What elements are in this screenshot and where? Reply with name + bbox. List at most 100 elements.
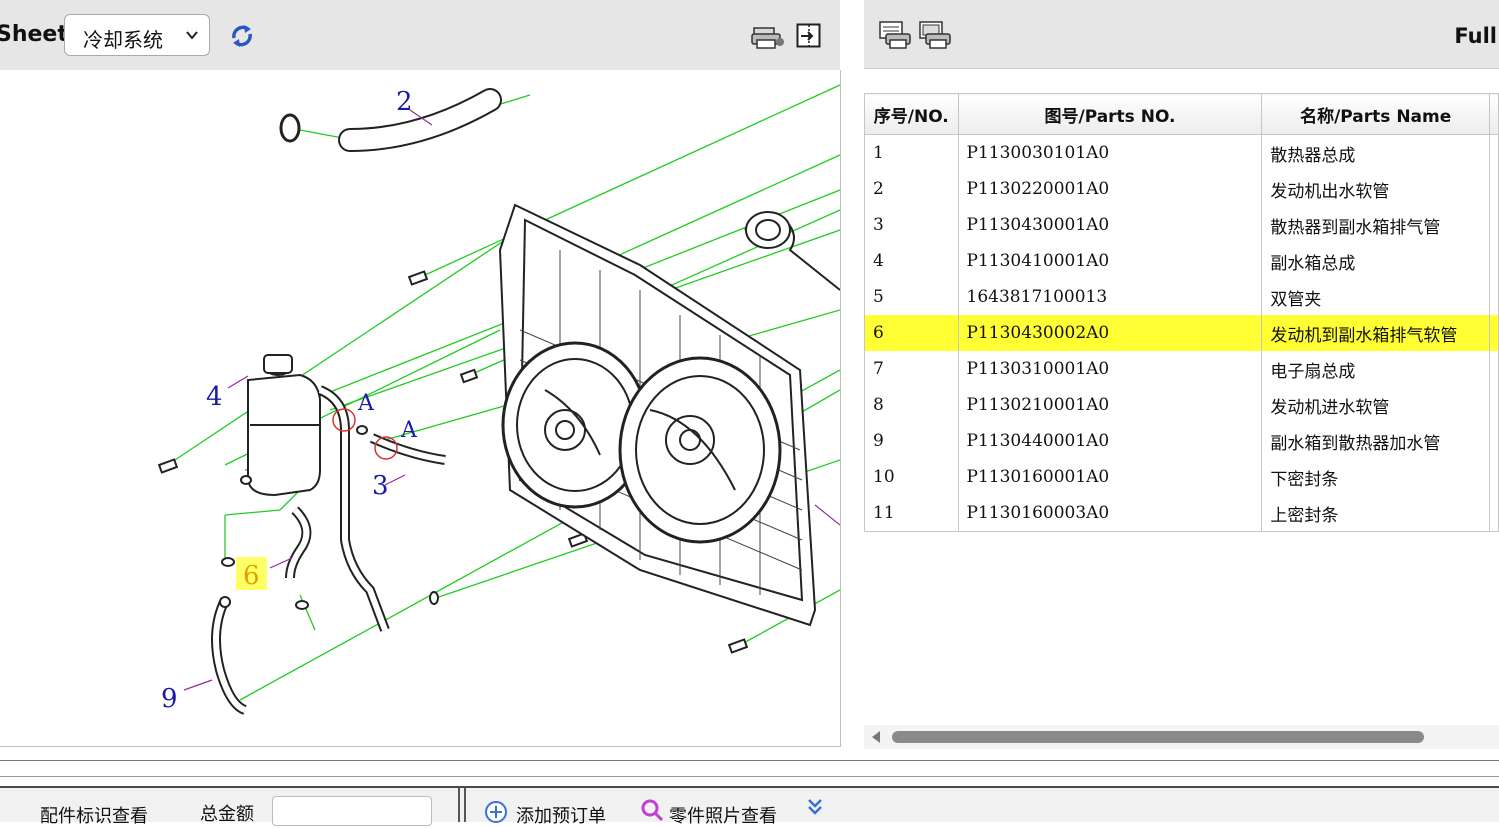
cell-no: 7 [864,351,959,387]
cell-part-no: P1130220001A0 [957,171,1263,207]
cell-no: 5 [864,279,959,315]
parts-diagram[interactable]: 2 4 A A 3 6 9 [0,70,841,747]
cell-part-no: P1130440001A0 [957,423,1263,459]
cell-no: 6 [864,315,959,351]
print-list-icon[interactable] [878,20,912,50]
table-row[interactable]: 8 P1130210001A0 发动机进水软管 [864,387,1499,423]
exit-icon[interactable] [796,23,822,49]
bottom-action-bar: 配件标识查看 总金额 添加预订单 零件照片查看 [0,786,1499,827]
cell-extra [1488,459,1499,495]
scroll-left-arrow-icon[interactable] [872,731,880,743]
horizontal-scrollbar[interactable] [864,725,1499,749]
table-row[interactable]: 9 P1130440001A0 副水箱到散热器加水管 [864,423,1499,459]
table-row[interactable]: 11 P1130160003A0 上密封条 [864,495,1499,532]
sheet-select[interactable]: 冷却系统 [64,14,210,56]
cell-no: 8 [864,387,959,423]
cell-name: 发动机进水软管 [1261,387,1490,423]
cell-name: 发动机到副水箱排气软管 [1261,315,1490,351]
cell-extra [1488,387,1499,423]
cell-no: 1 [864,134,959,171]
callout-a-1[interactable]: A [357,391,375,416]
cell-extra [1488,171,1499,207]
expansion-tank [247,354,321,497]
panel-splitter[interactable] [458,788,466,822]
cell-part-no: P1130430001A0 [957,207,1263,243]
scroll-thumb[interactable] [892,731,1424,743]
parts-table: 序号/NO. 图号/Parts NO. 名称/Parts Name 1 P1130… [864,93,1499,532]
divider [0,760,1499,761]
table-row[interactable]: 3 P1130430001A0 散热器到副水箱排气管 [864,207,1499,243]
cell-no: 2 [864,171,959,207]
add-circle-icon[interactable] [484,800,508,824]
cell-name: 电子扇总成 [1261,351,1490,387]
callout-6[interactable]: 6 [243,561,260,591]
cell-part-no: P1130160001A0 [957,459,1263,495]
print-all-icon[interactable] [918,20,952,50]
sheet-select-value: 冷却系统 [83,28,163,52]
table-row[interactable]: 5 1643817100013 双管夹 [864,279,1499,315]
cell-name: 双管夹 [1261,279,1490,315]
col-header-part-no[interactable]: 图号/Parts NO. [957,93,1263,135]
cell-name: 副水箱总成 [1261,243,1490,279]
cell-extra [1488,207,1499,243]
hose-2 [279,88,502,152]
tag-view-button[interactable]: 配件标识查看 [40,802,148,828]
table-header-row: 序号/NO. 图号/Parts NO. 名称/Parts Name [864,93,1499,135]
table-row[interactable]: 4 P1130410001A0 副水箱总成 [864,243,1499,279]
cell-no: 3 [864,207,959,243]
callout-9[interactable]: 9 [161,684,178,714]
callout-a-2[interactable]: A [400,418,418,443]
cell-name: 下密封条 [1261,459,1490,495]
diagram-toolbar: Sheet 冷却系统 [0,0,840,71]
refresh-icon[interactable] [228,22,256,50]
table-row[interactable]: 6 P1130430002A0 发动机到副水箱排气软管 [864,315,1499,351]
chevron-down-icon [186,31,198,40]
table-row[interactable]: 1 P1130030101A0 散热器总成 [864,134,1499,171]
cell-no: 11 [864,495,959,532]
table-row[interactable]: 2 P1130220001A0 发动机出水软管 [864,171,1499,207]
cell-part-no: P1130430002A0 [957,315,1263,351]
col-header-name[interactable]: 名称/Parts Name [1261,93,1490,135]
photo-view-button[interactable]: 零件照片查看 [669,802,777,828]
callout-2[interactable]: 2 [396,87,413,117]
cell-part-no: P1130160003A0 [957,495,1263,532]
cell-name: 上密封条 [1261,495,1490,532]
cell-no: 10 [864,459,959,495]
sheet-label: Sheet [0,22,68,47]
cell-extra [1488,279,1499,315]
cell-name: 散热器到副水箱排气管 [1261,207,1490,243]
table-row[interactable]: 7 P1130310001A0 电子扇总成 [864,351,1499,387]
cell-part-no: P1130410001A0 [957,243,1263,279]
total-amount-label: 总金额 [200,804,254,825]
cell-extra [1488,315,1499,351]
cell-extra [1488,423,1499,459]
cell-name: 副水箱到散热器加水管 [1261,423,1490,459]
cell-extra [1488,134,1499,171]
cell-no: 9 [864,423,959,459]
cell-no: 4 [864,243,959,279]
cell-extra [1488,351,1499,387]
double-chevron-down-icon[interactable] [804,796,826,818]
cell-extra [1488,495,1499,532]
callout-4[interactable]: 4 [206,382,223,412]
divider [0,776,1499,777]
radiator-fan-assembly [498,203,840,627]
print-icon[interactable] [750,22,786,50]
parts-table-body: 1 P1130030101A0 散热器总成 2 P1130220001A0 发动机出水软管… [864,134,1499,532]
full-label[interactable]: Full [1454,24,1497,48]
col-header-no[interactable]: 序号/NO. [864,93,959,135]
parts-list-toolbar: Full [864,0,1499,69]
total-amount-field[interactable] [272,796,432,826]
table-row[interactable]: 10 P1130160001A0 下密封条 [864,459,1499,495]
cell-name: 发动机出水软管 [1261,171,1490,207]
callout-3[interactable]: 3 [372,471,389,501]
cell-extra [1488,243,1499,279]
col-header-extra [1488,93,1499,135]
add-to-order-button[interactable]: 添加预订单 [516,802,606,828]
cell-part-no: P1130030101A0 [957,134,1263,171]
cell-part-no: P1130210001A0 [957,387,1263,423]
magnifier-icon[interactable] [640,798,664,822]
cell-part-no: 1643817100013 [957,279,1263,315]
cell-name: 散热器总成 [1261,134,1490,171]
cell-part-no: P1130310001A0 [957,351,1263,387]
